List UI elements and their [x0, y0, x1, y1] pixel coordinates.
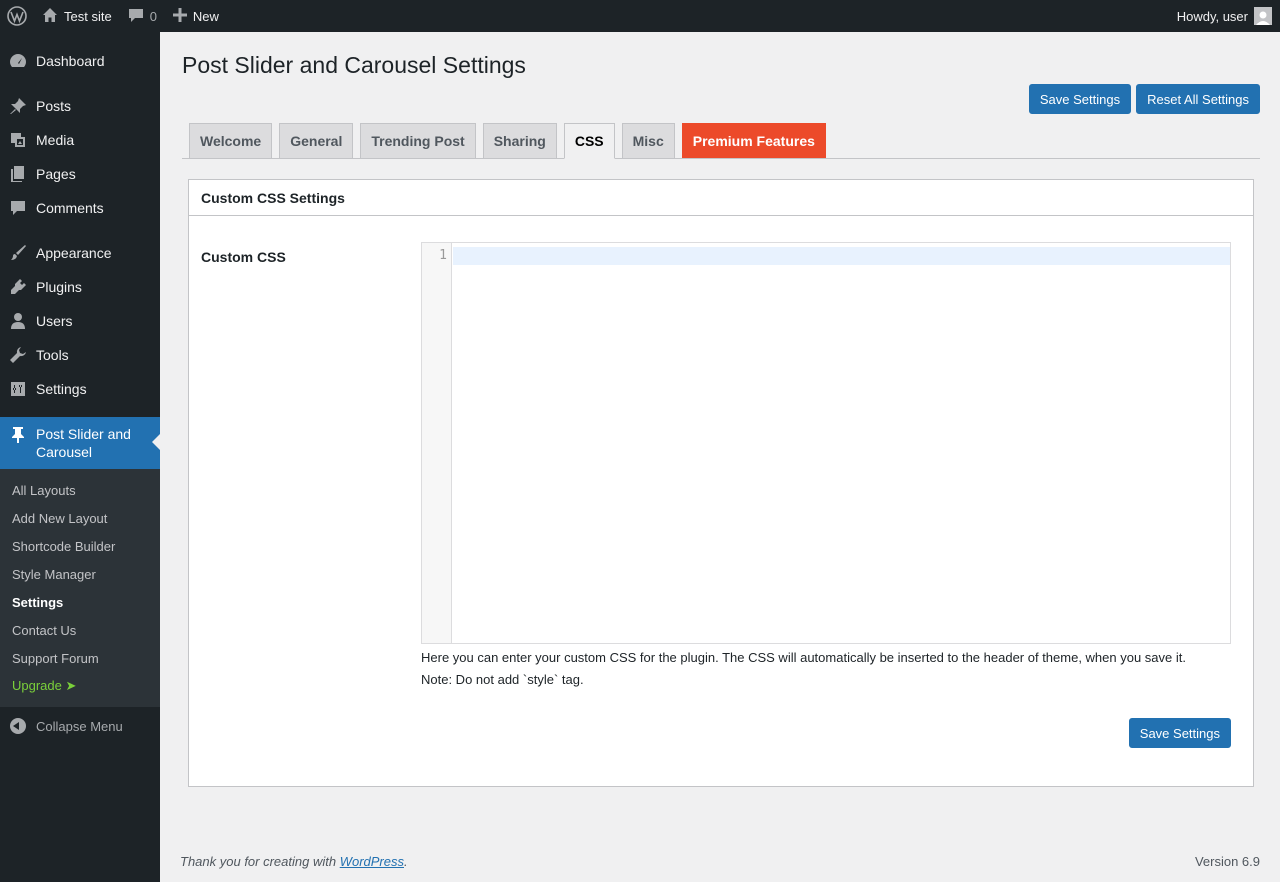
page-title: Post Slider and Carousel Settings — [182, 52, 526, 78]
new-label: New — [192, 8, 219, 24]
editor-gutter: 1 — [422, 243, 452, 643]
admin-bar: Test site 0 New Howdy, user — [0, 0, 1280, 32]
sidebar-item-dashboard[interactable]: Dashboard — [0, 44, 160, 78]
media-icon — [8, 130, 28, 150]
sidebar-item-post-slider-carousel[interactable]: Post Slider and Carousel — [0, 417, 160, 469]
custom-css-editor[interactable]: 1 — [421, 242, 1231, 644]
collapse-menu-button[interactable]: Collapse Menu — [0, 709, 160, 743]
custom-css-label: Custom CSS — [201, 249, 286, 265]
sidebar-item-label: Appearance — [36, 245, 112, 261]
submenu-contact-us[interactable]: Contact Us — [0, 616, 160, 644]
sidebar-item-pages[interactable]: Pages — [0, 157, 160, 191]
admin-sidebar: Dashboard Posts Media Pages Comments App… — [0, 32, 160, 882]
new-content-link[interactable]: New — [165, 0, 227, 32]
submenu-upgrade[interactable]: Upgrade ➤ — [0, 672, 160, 700]
sidebar-item-label: Posts — [36, 98, 72, 114]
sidebar-current-label: Post Slider and Carousel — [36, 426, 131, 460]
sidebar-item-appearance[interactable]: Appearance — [0, 236, 160, 270]
help-note: Note: Do not add `style` tag. — [421, 672, 584, 687]
comment-icon — [128, 7, 144, 26]
footer-thanks: Thank you for creating with WordPress. — [180, 854, 408, 869]
tab-trending-post[interactable]: Trending Post — [360, 123, 476, 158]
line-number: 1 — [439, 248, 447, 263]
tab-welcome[interactable]: Welcome — [189, 123, 273, 158]
reset-all-settings-button[interactable]: Reset All Settings — [1136, 84, 1260, 114]
sidebar-item-label: Tools — [36, 347, 69, 363]
howdy-text: Howdy, user — [1176, 8, 1248, 24]
dashboard-icon — [8, 51, 28, 71]
sidebar-item-label: Users — [36, 313, 73, 329]
pin-icon — [8, 425, 28, 445]
site-name: Test site — [64, 8, 112, 24]
sidebar-item-media[interactable]: Media — [0, 123, 160, 157]
user-icon — [8, 311, 28, 331]
custom-css-help: Here you can enter your custom CSS for t… — [421, 647, 1186, 691]
save-settings-button[interactable]: Save Settings — [1028, 84, 1132, 114]
sidebar-item-tools[interactable]: Tools — [0, 338, 160, 372]
collapse-label: Collapse Menu — [36, 718, 123, 734]
sidebar-item-users[interactable]: Users — [0, 304, 160, 338]
sidebar-item-posts[interactable]: Posts — [0, 89, 160, 123]
sidebar-item-settings[interactable]: Settings — [0, 372, 160, 406]
sidebar-item-label: Settings — [36, 381, 87, 397]
my-account-link[interactable]: Howdy, user — [1169, 0, 1280, 32]
editor-active-line[interactable] — [453, 247, 1230, 265]
sidebar-item-plugins[interactable]: Plugins — [0, 270, 160, 304]
submenu-shortcode-builder[interactable]: Shortcode Builder — [0, 532, 160, 560]
sidebar-item-label: Pages — [36, 166, 76, 182]
submenu-all-layouts[interactable]: All Layouts — [0, 476, 160, 504]
brush-icon — [8, 243, 28, 263]
save-settings-button[interactable]: Save Settings — [1128, 718, 1231, 748]
comments-link[interactable]: 0 — [120, 0, 165, 32]
sidebar-item-label: Comments — [36, 200, 104, 216]
top-buttons: Save Settings Reset All Settings — [1028, 84, 1260, 114]
tab-general[interactable]: General — [279, 123, 354, 158]
submenu-support-forum[interactable]: Support Forum — [0, 644, 160, 672]
collapse-icon — [10, 718, 26, 734]
sliders-icon — [8, 379, 28, 399]
plug-icon — [8, 277, 28, 297]
tab-misc[interactable]: Misc — [621, 123, 675, 158]
pages-icon — [8, 164, 28, 184]
home-icon — [42, 7, 58, 26]
sidebar-item-label: Dashboard — [36, 53, 105, 69]
comment-icon — [8, 198, 28, 218]
submenu: All Layouts Add New Layout Shortcode Bui… — [0, 469, 160, 707]
submenu-settings[interactable]: Settings — [0, 588, 160, 616]
custom-css-panel: Custom CSS Settings Custom CSS 1 Here yo… — [188, 179, 1254, 787]
plus-icon — [172, 7, 187, 25]
help-text: Here you can enter your custom CSS for t… — [421, 650, 1186, 665]
tab-sharing[interactable]: Sharing — [482, 123, 557, 158]
site-name-link[interactable]: Test site — [34, 0, 120, 32]
submenu-style-manager[interactable]: Style Manager — [0, 560, 160, 588]
panel-header: Custom CSS Settings — [189, 180, 1253, 216]
tab-premium-features[interactable]: Premium Features — [681, 123, 826, 158]
main-content: Post Slider and Carousel Settings Save S… — [160, 32, 1280, 882]
comments-count: 0 — [149, 8, 157, 24]
sidebar-item-label: Plugins — [36, 279, 82, 295]
wrench-icon — [8, 345, 28, 365]
sidebar-item-label: Media — [36, 132, 75, 148]
settings-tabs: Welcome General Trending Post Sharing CS… — [182, 123, 1260, 159]
footer-version: Version 6.9 — [1194, 854, 1260, 869]
sidebar-item-comments[interactable]: Comments — [0, 191, 160, 225]
wordpress-link[interactable]: WordPress — [340, 854, 404, 869]
avatar — [1254, 7, 1272, 25]
pin-icon — [8, 96, 28, 116]
submenu-add-new-layout[interactable]: Add New Layout — [0, 504, 160, 532]
tab-css[interactable]: CSS — [563, 123, 615, 159]
wordpress-logo-icon[interactable] — [0, 0, 34, 32]
